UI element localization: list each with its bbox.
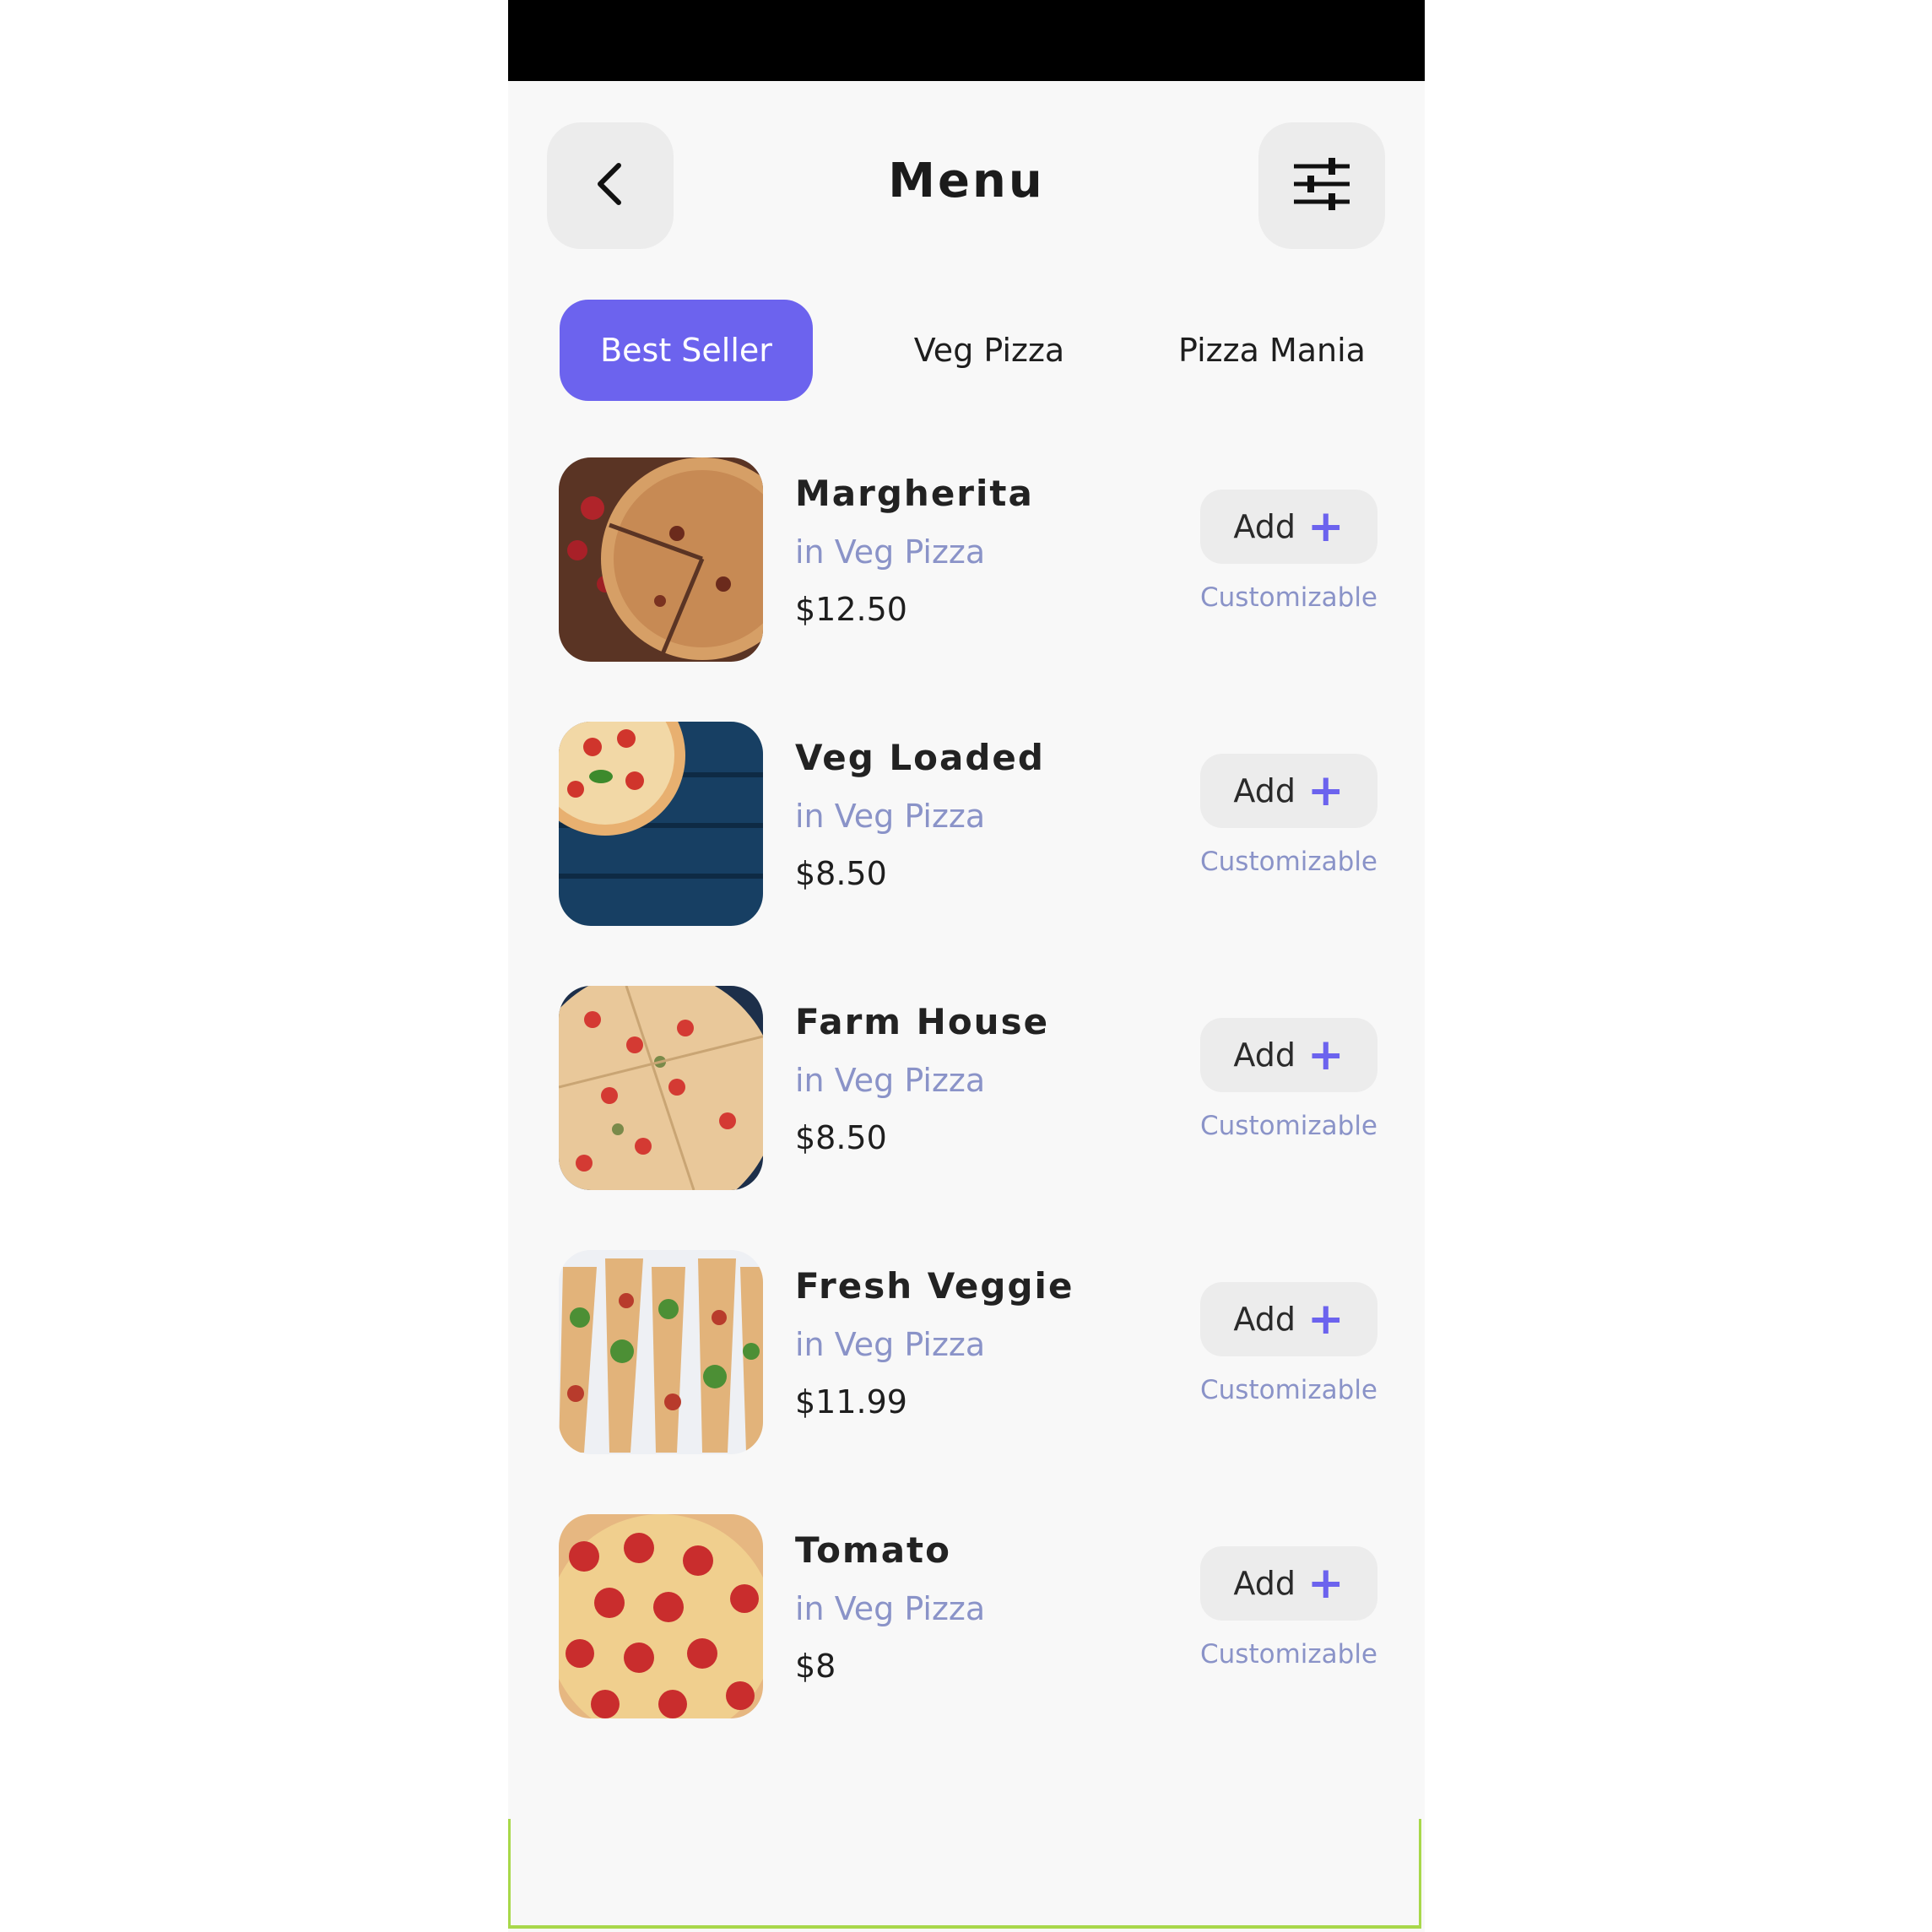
- list-item[interactable]: Fresh Veggie in Veg Pizza $11.99 Add + C…: [559, 1250, 1386, 1454]
- add-button[interactable]: Add +: [1200, 1282, 1377, 1356]
- add-button[interactable]: Add +: [1200, 754, 1377, 828]
- filter-button[interactable]: [1258, 122, 1385, 249]
- add-label: Add: [1233, 1565, 1296, 1602]
- list-item[interactable]: Tomato in Veg Pizza $8 Add + Customizabl…: [559, 1514, 1386, 1718]
- add-label: Add: [1233, 508, 1296, 545]
- pizza-image: [559, 457, 763, 662]
- item-category: in Veg Pizza: [795, 798, 986, 835]
- list-item[interactable]: Margherita in Veg Pizza $12.50 Add + Cus…: [559, 457, 1386, 662]
- item-category: in Veg Pizza: [795, 1326, 986, 1363]
- item-price: $8.50: [795, 1119, 887, 1156]
- plus-icon: +: [1307, 501, 1345, 552]
- item-category: in Veg Pizza: [795, 1062, 986, 1099]
- app-screen: Menu Best Seller Veg Pizza Pizza Mania M…: [508, 0, 1425, 1932]
- tab-pizza-mania[interactable]: Pizza Mania: [1137, 300, 1407, 401]
- status-bar: [508, 0, 1425, 81]
- customizable-label: Customizable: [1200, 1375, 1378, 1405]
- plus-icon: +: [1307, 766, 1345, 816]
- list-item[interactable]: Veg Loaded in Veg Pizza $8.50 Add + Cust…: [559, 722, 1386, 926]
- item-name: Tomato: [795, 1529, 951, 1571]
- pizza-image: [559, 986, 763, 1190]
- plus-icon: +: [1307, 1030, 1345, 1080]
- item-price: $11.99: [795, 1383, 907, 1421]
- add-label: Add: [1233, 1301, 1296, 1338]
- pizza-image: [559, 1250, 763, 1454]
- tab-best-seller[interactable]: Best Seller: [560, 300, 813, 401]
- bottom-bar: [508, 1819, 1421, 1929]
- plus-icon: +: [1307, 1558, 1345, 1609]
- customizable-label: Customizable: [1200, 847, 1378, 877]
- add-button[interactable]: Add +: [1200, 1546, 1377, 1621]
- item-name: Veg Loaded: [795, 737, 1045, 778]
- item-category: in Veg Pizza: [795, 533, 986, 571]
- item-price: $8: [795, 1648, 836, 1685]
- customizable-label: Customizable: [1200, 582, 1378, 613]
- customizable-label: Customizable: [1200, 1639, 1378, 1670]
- add-button[interactable]: Add +: [1200, 490, 1377, 564]
- plus-icon: +: [1307, 1294, 1345, 1345]
- item-price: $12.50: [795, 591, 907, 628]
- pizza-image: [559, 1514, 763, 1718]
- item-name: Fresh Veggie: [795, 1265, 1074, 1307]
- pizza-image: [559, 722, 763, 926]
- add-label: Add: [1233, 772, 1296, 809]
- item-name: Margherita: [795, 473, 1034, 514]
- item-price: $8.50: [795, 855, 887, 892]
- add-button[interactable]: Add +: [1200, 1018, 1377, 1092]
- sliders-icon: [1292, 156, 1351, 215]
- tab-veg-pizza[interactable]: Veg Pizza: [854, 300, 1124, 401]
- item-category: in Veg Pizza: [795, 1590, 986, 1627]
- add-label: Add: [1233, 1036, 1296, 1074]
- item-name: Farm House: [795, 1001, 1050, 1042]
- customizable-label: Customizable: [1200, 1111, 1378, 1141]
- list-item[interactable]: Farm House in Veg Pizza $8.50 Add + Cust…: [559, 986, 1386, 1190]
